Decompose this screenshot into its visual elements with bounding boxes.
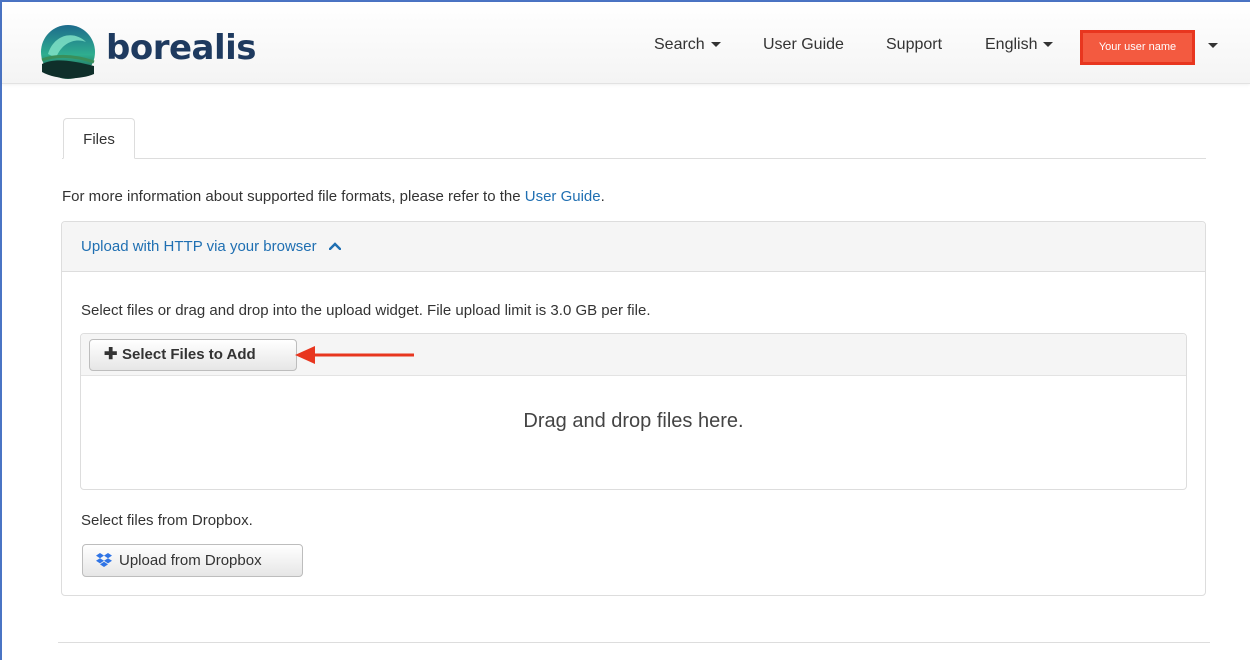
borealis-logo-icon[interactable] <box>40 24 96 80</box>
nav-language-label: English <box>985 36 1038 53</box>
tab-files[interactable]: Files <box>63 118 135 159</box>
nav-search-label: Search <box>654 36 705 53</box>
navbar: borealis Search User Guide Support Engli… <box>2 2 1250 84</box>
upload-widget[interactable]: ✚ Select Files to Add Drag and drop file… <box>80 333 1187 490</box>
upload-panel-title: Upload with HTTP via your browser <box>81 238 317 255</box>
user-guide-link[interactable]: User Guide <box>525 188 601 205</box>
chevron-up-icon <box>328 242 341 250</box>
upload-panel-header: Upload with HTTP via your browser <box>62 222 1205 272</box>
caret-down-icon[interactable] <box>1208 43 1218 48</box>
brand-name[interactable]: borealis <box>106 28 257 68</box>
upload-widget-toolbar: ✚ Select Files to Add <box>81 334 1186 376</box>
tabs-divider <box>62 158 1206 159</box>
select-files-button[interactable]: ✚ Select Files to Add <box>89 339 297 371</box>
page-divider <box>58 642 1210 643</box>
dropbox-icon <box>96 553 112 567</box>
nav-search-dropdown[interactable]: Search <box>654 36 721 54</box>
upload-from-dropbox-button[interactable]: Upload from Dropbox <box>82 544 303 577</box>
dropbox-help-text: Select files from Dropbox. <box>81 512 253 529</box>
annotation-arrow-icon <box>295 346 414 364</box>
upload-from-dropbox-label: Upload from Dropbox <box>119 552 262 569</box>
nav-language-dropdown[interactable]: English <box>985 36 1054 54</box>
caret-down-icon <box>1043 42 1054 48</box>
plus-icon: ✚ <box>104 346 118 363</box>
info-text: For more information about supported fil… <box>62 188 525 205</box>
upload-panel: Upload with HTTP via your browser Select… <box>61 221 1206 596</box>
select-files-label: Select Files to Add <box>122 346 256 363</box>
nav-user-guide[interactable]: User Guide <box>763 36 844 54</box>
upload-panel-toggle[interactable]: Upload with HTTP via your browser <box>81 238 341 255</box>
user-menu[interactable]: Your user name <box>1080 30 1195 65</box>
file-format-info: For more information about supported fil… <box>62 188 605 205</box>
info-suffix: . <box>600 188 605 205</box>
nav-support[interactable]: Support <box>886 36 942 54</box>
caret-down-icon <box>710 42 721 48</box>
upload-help-text: Select files or drag and drop into the u… <box>81 302 651 319</box>
drop-zone-text: Drag and drop files here. <box>523 410 744 432</box>
